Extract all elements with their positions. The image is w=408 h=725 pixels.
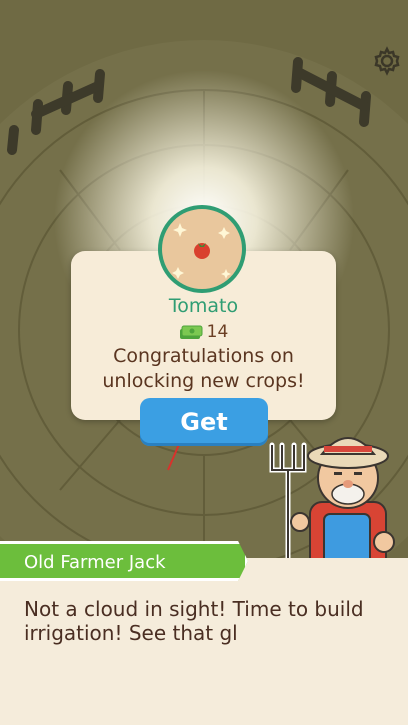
farmer-jack-avatar	[269, 437, 395, 570]
speaker-name: Old Farmer Jack	[24, 552, 166, 573]
crop-name: Tomato	[168, 295, 239, 317]
speaker-name-tag: Old Farmer Jack	[0, 541, 248, 581]
get-button[interactable]: Get	[140, 398, 268, 446]
crop-icon-frame	[158, 205, 246, 293]
settings-button[interactable]	[372, 46, 402, 76]
reward-amount-row: 14	[71, 322, 336, 342]
dialog-text: Not a cloud in sight! Time to build irri…	[24, 597, 364, 645]
cash-icon	[179, 325, 203, 339]
gear-icon	[374, 46, 400, 76]
reward-amount: 14	[206, 322, 229, 342]
tomato-icon	[172, 223, 231, 279]
congratulations-message: Congratulations on unlocking new crops!	[102, 345, 305, 392]
